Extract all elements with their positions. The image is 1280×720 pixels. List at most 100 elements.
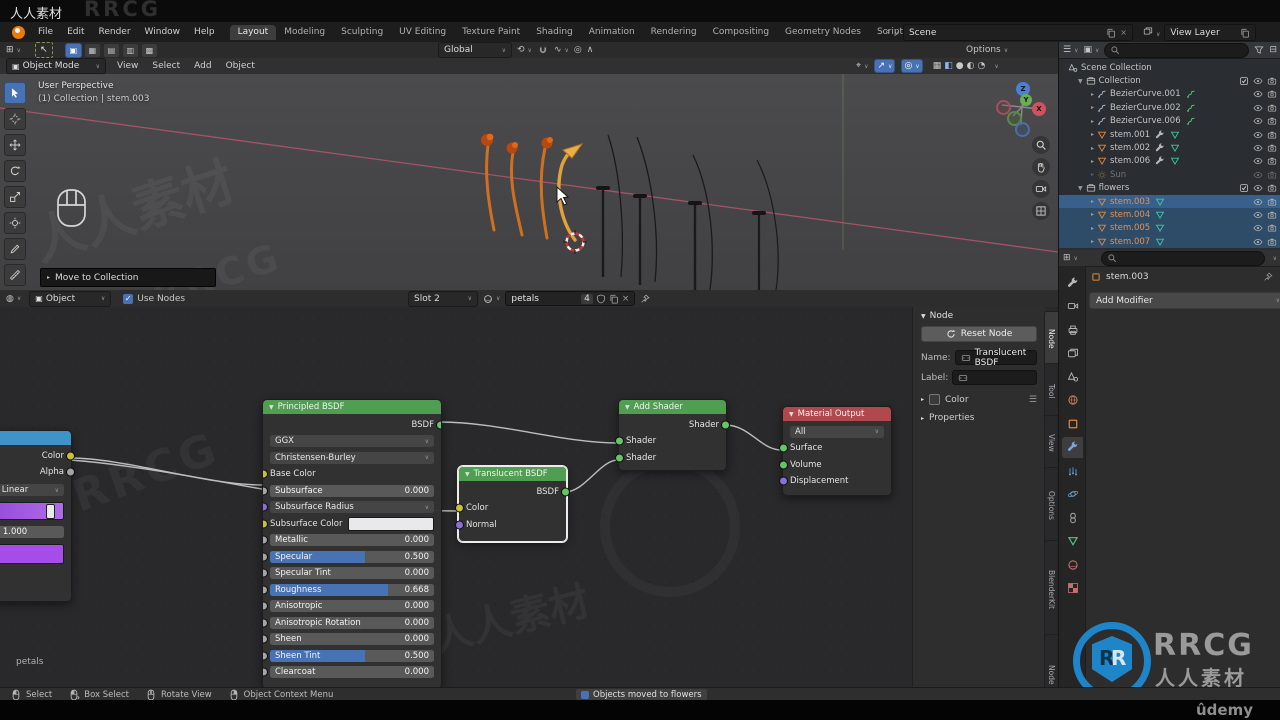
normal-input-socket[interactable] — [455, 520, 464, 529]
param-value[interactable]: Anisotropic Rotation 0.000 — [270, 616, 434, 629]
expand-icon[interactable]: ▸ — [1091, 198, 1094, 205]
pan-tool-icon[interactable] — [1032, 158, 1050, 176]
properties-tab-particles[interactable] — [1062, 460, 1083, 481]
camera-view-icon[interactable] — [1032, 180, 1050, 198]
node-header[interactable]: ▼ Material Output — [783, 407, 891, 421]
surface-input-socket[interactable] — [779, 443, 788, 453]
new-material-icon[interactable] — [609, 294, 619, 304]
outliner-search-input[interactable] — [1104, 42, 1250, 58]
shader-mode-dropdown[interactable]: ▣ Object ∨ — [29, 290, 112, 307]
sheen-tint-input-socket[interactable] — [263, 651, 268, 660]
node-header[interactable]: ▼ Principled BSDF — [263, 400, 441, 414]
outliner-options-icon[interactable]: ⊟ — [1269, 45, 1277, 55]
hide-viewport-icon[interactable] — [1253, 237, 1263, 247]
displacement-input-socket[interactable] — [779, 476, 788, 486]
outliner-row-stem-002[interactable]: ▸ stem.002 — [1059, 141, 1280, 154]
viewport-3d[interactable]: 人人素材 RRCG User Perspective (1) Collectio… — [0, 74, 1058, 290]
expand-icon[interactable]: ▸ — [1091, 211, 1094, 218]
workspace-tab-layout[interactable]: Layout — [229, 24, 277, 40]
expand-icon[interactable]: ▸ — [1091, 145, 1094, 152]
unlink-material-icon[interactable]: × — [622, 294, 630, 304]
select-mode-icon-2[interactable]: ▤ — [102, 42, 120, 58]
properties-tab-output[interactable] — [1062, 319, 1083, 340]
outliner-row-sun[interactable]: ▸ Sun — [1059, 168, 1280, 181]
use-nodes-checkbox[interactable]: ✓ Use Nodes — [123, 293, 185, 304]
view-layer-selector-icon[interactable]: ∨ — [1143, 26, 1160, 39]
disable-render-icon[interactable] — [1267, 210, 1277, 220]
menu-file[interactable]: File — [31, 27, 60, 37]
outliner-row-stem-007[interactable]: ▸ stem.007 — [1059, 235, 1280, 249]
viewport-menu-object[interactable]: Object — [219, 61, 262, 71]
shader-output-socket[interactable] — [721, 420, 730, 429]
gizmo-z-neg[interactable] — [1015, 122, 1030, 137]
viewport-canvas[interactable] — [0, 74, 1058, 290]
properties-tab-render[interactable] — [1062, 296, 1083, 317]
outliner-row-flowers[interactable]: ▼ flowers — [1059, 182, 1280, 195]
param-value[interactable]: Specular Tint 0.000 — [270, 567, 434, 579]
exclude-checkbox-icon[interactable] — [1239, 183, 1249, 193]
expand-icon[interactable]: ▸ — [1091, 104, 1094, 111]
blender-logo-icon[interactable] — [12, 25, 25, 39]
disable-render-icon[interactable] — [1267, 183, 1277, 193]
material-name-field[interactable]: petals 4 × — [505, 291, 636, 306]
gradient-bar[interactable] — [0, 502, 64, 520]
pin-icon[interactable] — [640, 294, 650, 304]
viewport-menu-select[interactable]: Select — [145, 61, 187, 71]
properties-tab-modifiers[interactable] — [1062, 436, 1083, 458]
menu-window[interactable]: Window — [138, 27, 188, 37]
node-color-ramp[interactable]: Color Alpha ∨ Linear ∨ 1.000 — [0, 430, 75, 602]
properties-tab-object-data[interactable] — [1062, 531, 1083, 552]
flower-heads[interactable] — [481, 133, 553, 154]
properties-tab-world[interactable] — [1062, 390, 1083, 411]
properties-tab-physics[interactable] — [1062, 484, 1083, 505]
workspace-tab-compositing[interactable]: Compositing — [705, 25, 777, 40]
sidebar-tab-options[interactable]: Options — [1044, 467, 1058, 544]
properties-filter-dropdown[interactable]: ∨ — [1273, 255, 1277, 262]
node-header[interactable]: ▼ Translucent BSDF — [459, 467, 566, 481]
properties-tab-material[interactable] — [1062, 554, 1083, 575]
select-mode-icon-3[interactable]: ▥ — [121, 42, 139, 58]
anisotropic-rotation-input-socket[interactable] — [263, 618, 268, 627]
subsurface-color-input-socket[interactable] — [263, 519, 268, 528]
hide-viewport-icon[interactable] — [1253, 143, 1263, 153]
expand-icon[interactable]: ▸ — [1091, 171, 1094, 178]
subsurface-color-swatch[interactable] — [347, 516, 434, 531]
outliner-row-stem-005[interactable]: ▸ stem.005 — [1059, 221, 1280, 236]
shader-input-socket[interactable] — [615, 436, 624, 446]
reset-node-button[interactable]: Reset Node — [921, 326, 1037, 342]
param-slider[interactable]: Roughness 0.668 — [270, 583, 434, 596]
outliner-row-beziercurve-006[interactable]: ▸ BezierCurve.006 — [1059, 115, 1280, 128]
proportional-editing-toggle[interactable]: ◎ ∨ — [901, 59, 923, 73]
properties-search-input[interactable] — [1100, 250, 1265, 266]
disable-render-icon[interactable] — [1267, 89, 1277, 99]
shader-node-editor[interactable]: RRCG 人人素材 Color Alpha ∨ Linear ∨ 1.000 — [0, 307, 1058, 687]
node-panel-header[interactable]: ▼ Node — [913, 307, 1045, 323]
param-dropdown[interactable]: Subsurface Radius ∨ — [270, 501, 434, 513]
mode-dropdown[interactable]: ▣ Object Mode ∨ — [6, 58, 106, 74]
disable-render-icon[interactable] — [1267, 223, 1277, 233]
hide-viewport-icon[interactable] — [1253, 103, 1263, 113]
hide-viewport-icon[interactable] — [1253, 210, 1263, 220]
outliner-row-beziercurve-001[interactable]: ▸ BezierCurve.001 — [1059, 88, 1280, 101]
interpolation-dropdown[interactable]: ∨ Linear ∨ — [0, 484, 64, 496]
bsdf-output-socket[interactable] — [436, 420, 441, 429]
options-dropdown[interactable]: Options ∨ — [966, 45, 1008, 55]
param-slider[interactable]: Sheen Tint 0.500 — [270, 649, 434, 662]
select-mode-icon-4[interactable]: ▩ — [140, 42, 158, 58]
filter-funnel-icon[interactable] — [1254, 45, 1264, 55]
properties-tab-object[interactable] — [1062, 413, 1083, 434]
param-value[interactable]: Anisotropic 0.000 — [270, 600, 434, 612]
proportional-falloff-icon[interactable]: ∧ — [587, 45, 594, 55]
color-swatch[interactable] — [0, 544, 64, 564]
editor-type-shader-button[interactable]: ◍ ∨ — [6, 294, 21, 304]
shading-icon-4[interactable]: ◔ — [977, 61, 985, 71]
outliner-row-collection[interactable]: ▼ Collection — [1059, 74, 1280, 87]
outliner-row-stem-006[interactable]: ▸ stem.006 — [1059, 155, 1280, 168]
disable-render-icon[interactable] — [1267, 197, 1277, 207]
properties-subpanel[interactable]: ▸ Properties — [921, 413, 1037, 423]
properties-tab-constraints[interactable] — [1062, 507, 1083, 528]
zoom-tool-icon[interactable] — [1032, 136, 1050, 154]
tool-measure-button[interactable] — [4, 264, 26, 286]
workspace-tab-shading[interactable]: Shading — [528, 25, 581, 40]
snap-magnet-icon[interactable] — [537, 44, 549, 56]
